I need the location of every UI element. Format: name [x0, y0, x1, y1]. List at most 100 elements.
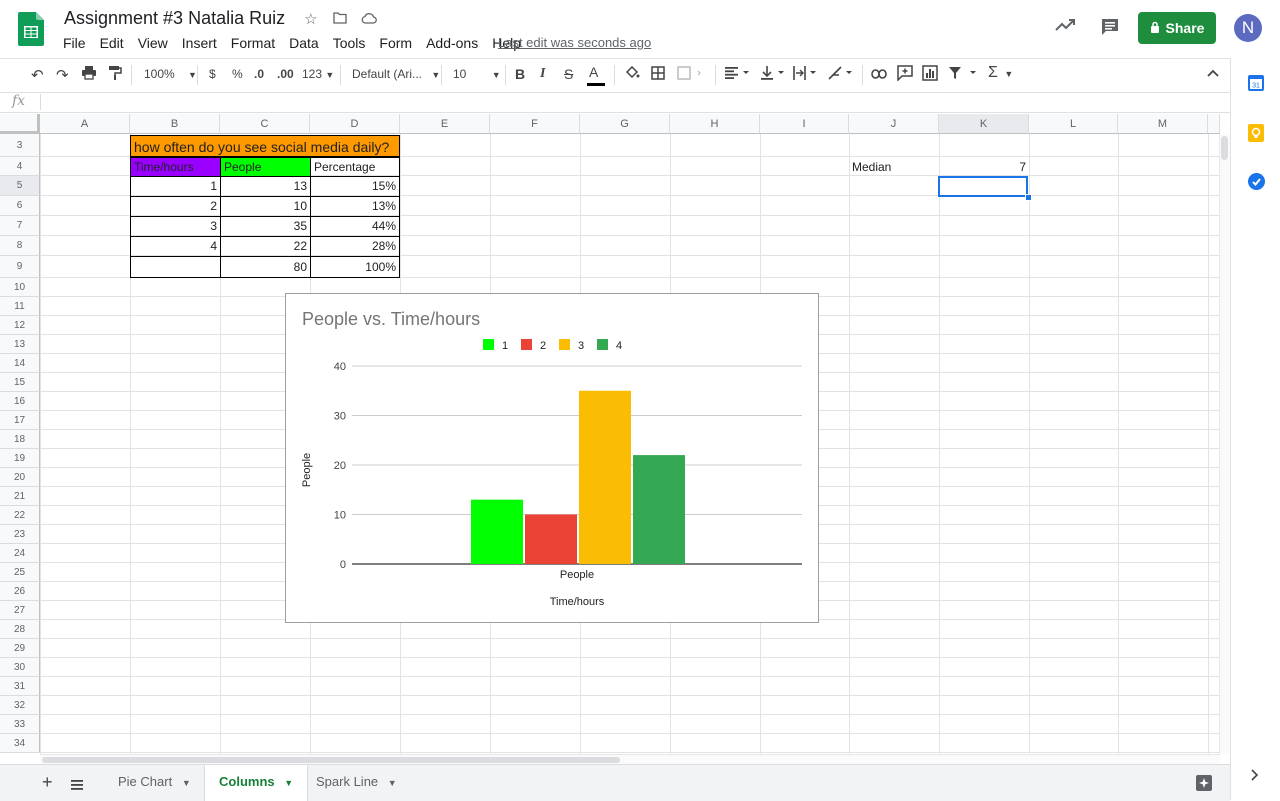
table-title-cell[interactable]: how often do you see social media daily?: [130, 135, 400, 157]
horizontal-scrollbar-thumb[interactable]: [42, 757, 620, 763]
row-header-25[interactable]: 25: [0, 563, 40, 582]
table-cell[interactable]: 2: [130, 196, 221, 217]
row-header-18[interactable]: 18: [0, 430, 40, 449]
menu-file[interactable]: File: [56, 34, 93, 54]
row-header-32[interactable]: 32: [0, 696, 40, 715]
percent-format-button[interactable]: %: [232, 67, 243, 81]
table-cell-total[interactable]: 80: [220, 256, 311, 278]
fill-handle[interactable]: [1025, 194, 1032, 201]
row-header-22[interactable]: 22: [0, 506, 40, 525]
column-header-c[interactable]: C: [220, 114, 310, 134]
vertical-scrollbar-track[interactable]: [1219, 134, 1230, 754]
column-header-a[interactable]: A: [40, 114, 130, 134]
paint-format-icon[interactable]: [108, 65, 122, 84]
column-header-h[interactable]: H: [670, 114, 760, 134]
tasks-icon[interactable]: [1248, 173, 1265, 195]
move-folder-icon[interactable]: [332, 11, 351, 28]
comments-icon[interactable]: [1100, 17, 1120, 42]
column-header-j[interactable]: J: [849, 114, 939, 134]
header-percentage[interactable]: Percentage: [310, 157, 400, 177]
row-header-8[interactable]: 8: [0, 236, 40, 256]
row-header-13[interactable]: 13: [0, 335, 40, 354]
median-label[interactable]: Median: [849, 157, 939, 177]
table-cell[interactable]: 13: [220, 176, 311, 197]
row-header-28[interactable]: 28: [0, 620, 40, 639]
row-header-15[interactable]: 15: [0, 373, 40, 392]
row-header-21[interactable]: 21: [0, 487, 40, 506]
align-horizontal-icon[interactable]: [725, 67, 751, 82]
increase-decimal-button[interactable]: .00: [277, 67, 294, 81]
row-header-10[interactable]: 10: [0, 278, 40, 297]
row-header-16[interactable]: 16: [0, 392, 40, 411]
collapse-toolbar-icon[interactable]: [1206, 67, 1220, 81]
share-button[interactable]: Share: [1138, 12, 1216, 44]
row-header-27[interactable]: 27: [0, 601, 40, 620]
row-header-7[interactable]: 7: [0, 216, 40, 236]
table-cell[interactable]: 4: [130, 236, 221, 257]
selected-cell[interactable]: [938, 176, 1028, 197]
document-title[interactable]: Assignment #3 Natalia Ruiz ☆: [64, 8, 377, 29]
table-cell[interactable]: 3: [130, 216, 221, 237]
undo-icon[interactable]: ↶: [31, 66, 44, 84]
row-header-31[interactable]: 31: [0, 677, 40, 696]
header-people[interactable]: People: [220, 157, 311, 177]
redo-icon[interactable]: ↷: [56, 66, 69, 84]
table-cell[interactable]: 13%: [310, 196, 400, 217]
column-header-b[interactable]: B: [130, 114, 220, 134]
cloud-status-icon[interactable]: [361, 11, 377, 28]
table-cell[interactable]: 22: [220, 236, 311, 257]
text-color-button[interactable]: A: [587, 64, 605, 86]
column-header-i[interactable]: I: [760, 114, 849, 134]
table-cell[interactable]: 15%: [310, 176, 400, 197]
table-cell[interactable]: 35: [220, 216, 311, 237]
row-header-26[interactable]: 26: [0, 582, 40, 601]
row-header-20[interactable]: 20: [0, 468, 40, 487]
menu-addons[interactable]: Add-ons: [419, 34, 485, 54]
median-value[interactable]: 7: [939, 157, 1029, 177]
borders-icon[interactable]: [651, 66, 665, 83]
header-time-hours[interactable]: Time/hours: [130, 157, 221, 177]
bold-button[interactable]: B: [515, 66, 525, 82]
add-sheet-icon[interactable]: +: [42, 772, 53, 793]
more-formats-select[interactable]: 123 ▼: [302, 67, 334, 81]
column-header-g[interactable]: G: [580, 114, 670, 134]
row-header-6[interactable]: 6: [0, 196, 40, 216]
italic-button[interactable]: I: [540, 66, 545, 82]
menu-data[interactable]: Data: [282, 34, 326, 54]
text-wrap-icon[interactable]: [793, 66, 819, 83]
table-cell-total[interactable]: 100%: [310, 256, 400, 278]
sheet-tab-columns[interactable]: Columns ▼: [204, 765, 309, 801]
sheets-logo-icon[interactable]: [18, 12, 44, 46]
column-header-m[interactable]: M: [1118, 114, 1208, 134]
sheet-tab-pie-chart[interactable]: Pie Chart ▼: [104, 765, 205, 801]
row-header-4[interactable]: 4: [0, 157, 40, 176]
row-header-23[interactable]: 23: [0, 525, 40, 544]
menu-insert[interactable]: Insert: [175, 34, 224, 54]
table-cell[interactable]: 1: [130, 176, 221, 197]
print-icon[interactable]: [81, 65, 97, 83]
functions-icon[interactable]: Σ ▼: [988, 64, 1013, 82]
menu-edit[interactable]: Edit: [93, 34, 131, 54]
column-header-d[interactable]: D: [310, 114, 400, 134]
row-header-30[interactable]: 30: [0, 658, 40, 677]
row-header-24[interactable]: 24: [0, 544, 40, 563]
row-header-9[interactable]: 9: [0, 256, 40, 278]
sheet-tab-spark-line[interactable]: Spark Line ▼: [302, 765, 411, 801]
currency-format-button[interactable]: $: [209, 67, 216, 81]
vertical-scrollbar-thumb[interactable]: [1221, 136, 1228, 160]
column-chart[interactable]: People vs. Time/hours 1 2 3 4 0 10 20 30 40 Peo…: [285, 293, 819, 623]
font-size-select[interactable]: 10 ▼: [453, 67, 501, 81]
expand-side-panel-icon[interactable]: [1251, 768, 1259, 786]
menu-tools[interactable]: Tools: [326, 34, 373, 54]
row-header-34[interactable]: 34: [0, 734, 40, 753]
select-all-corner[interactable]: [0, 114, 40, 134]
filter-icon[interactable]: [948, 66, 980, 83]
column-header-k[interactable]: K: [939, 114, 1029, 134]
table-cell[interactable]: 10: [220, 196, 311, 217]
menu-form[interactable]: Form: [372, 34, 419, 54]
last-edit-link[interactable]: Last edit was seconds ago: [498, 35, 651, 50]
row-header-3[interactable]: 3: [0, 134, 40, 157]
column-header-f[interactable]: F: [490, 114, 580, 134]
calendar-icon[interactable]: 31: [1248, 75, 1264, 96]
font-family-select[interactable]: Default (Ari... ▼: [352, 67, 440, 81]
